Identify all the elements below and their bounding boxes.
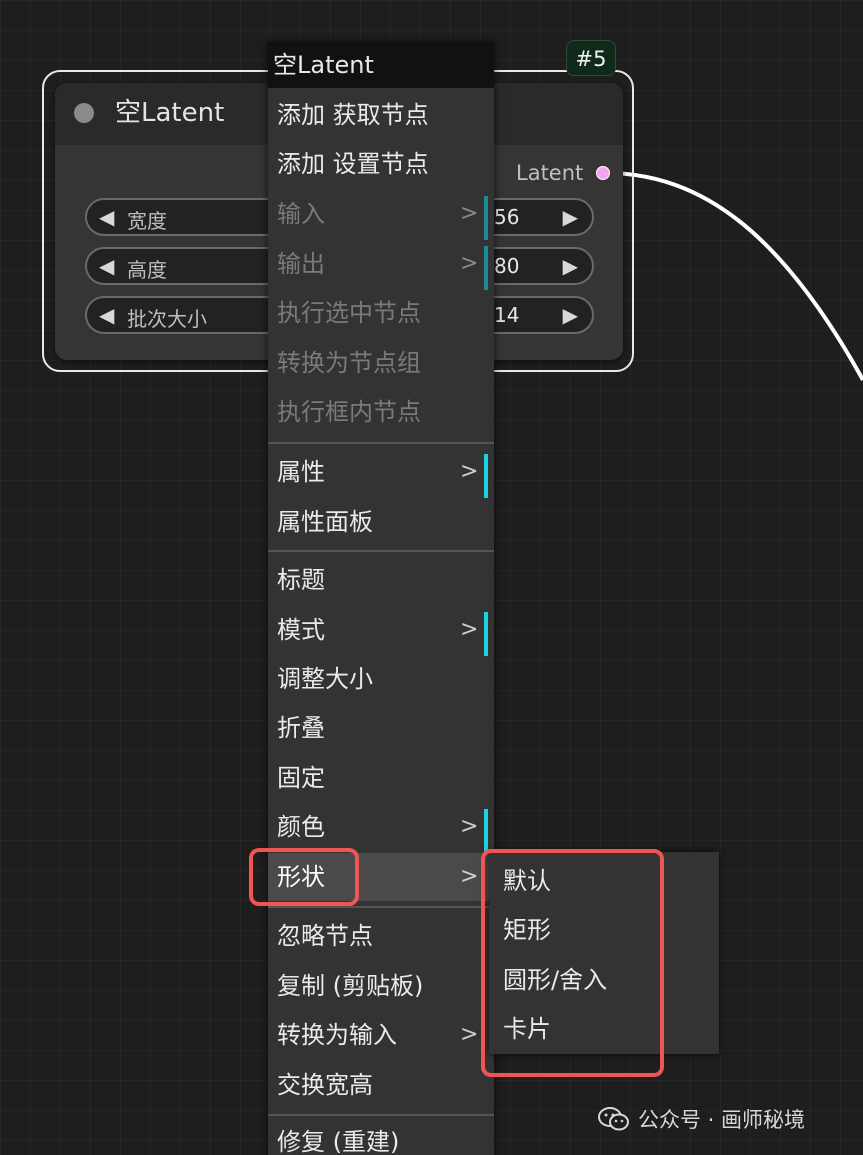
menu-item-label: 添加 获取节点 xyxy=(277,101,429,129)
widget-value: 56 xyxy=(494,205,520,229)
menu-separator xyxy=(268,550,494,552)
submenu-arrow-icon: > xyxy=(460,864,479,889)
wechat-icon xyxy=(598,1107,629,1131)
decrement-arrow-icon[interactable]: ◀ xyxy=(99,254,114,278)
menu-separator xyxy=(268,442,494,444)
annotation-highlight-shape-submenu xyxy=(481,849,664,1077)
submenu-arrow-icon: > xyxy=(460,459,479,484)
menu-item-properties-panel[interactable]: 属性面板 xyxy=(268,498,494,546)
menu-item-label: 忽略节点 xyxy=(277,922,373,950)
menu-item-add-set-node[interactable]: 添加 设置节点 xyxy=(268,140,494,188)
menu-item-properties[interactable]: 属性 > xyxy=(268,448,494,498)
menu-item-label: 执行框内节点 xyxy=(277,398,421,426)
menu-item-mode[interactable]: 模式 > xyxy=(268,606,494,656)
submenu-indicator xyxy=(484,454,488,498)
menu-item-label: 转换为节点组 xyxy=(277,349,421,377)
menu-item-title[interactable]: 标题 xyxy=(268,556,494,604)
decrement-arrow-icon[interactable]: ◀ xyxy=(99,205,114,229)
menu-item-label: 执行选中节点 xyxy=(277,299,421,327)
menu-item-convert-to-input[interactable]: 转换为输入 > xyxy=(268,1011,494,1059)
graph-canvas[interactable]: 空Latent #5 Latent ◀ 宽度 ◀ 高度 ◀ 批次大小 56 ▶ … xyxy=(0,0,863,1155)
menu-item-label: 折叠 xyxy=(277,714,325,742)
output-slot-latent[interactable] xyxy=(596,166,610,180)
increment-arrow-icon[interactable]: ▶ xyxy=(563,205,578,229)
node-id-badge: #5 xyxy=(566,40,616,76)
menu-item-label: 转换为输入 xyxy=(277,1021,397,1049)
menu-separator xyxy=(268,906,494,908)
menu-item-collapse[interactable]: 折叠 xyxy=(268,704,494,752)
increment-arrow-icon[interactable]: ▶ xyxy=(563,254,578,278)
menu-item-resize[interactable]: 调整大小 xyxy=(268,655,494,703)
node-collapse-dot[interactable] xyxy=(74,103,94,123)
menu-item-label: 固定 xyxy=(277,764,325,792)
menu-item-colors[interactable]: 颜色 > xyxy=(268,803,494,853)
submenu-arrow-icon: > xyxy=(460,201,479,226)
menu-item-swap-width-height[interactable]: 交换宽高 xyxy=(268,1061,494,1109)
widget-batch-size[interactable]: ◀ 批次大小 xyxy=(85,296,285,334)
watermark-text: 公众号 · 画师秘境 xyxy=(638,1108,806,1132)
menu-item-pin[interactable]: 固定 xyxy=(268,754,494,802)
menu-item-label: 属性面板 xyxy=(277,508,373,536)
menu-item-label: 标题 xyxy=(277,566,325,594)
widget-label: 宽度 xyxy=(127,209,167,233)
menu-item-outputs[interactable]: 输出 > xyxy=(268,240,494,290)
submenu-indicator xyxy=(484,612,488,656)
submenu-indicator xyxy=(484,196,488,240)
widget-value: 14 xyxy=(494,303,520,327)
menu-item-execute-selected[interactable]: 执行选中节点 xyxy=(268,289,494,337)
menu-item-bypass-node[interactable]: 忽略节点 xyxy=(268,912,494,960)
menu-item-label: 添加 设置节点 xyxy=(277,150,429,178)
submenu-indicator xyxy=(484,246,488,290)
menu-item-inputs[interactable]: 输入 > xyxy=(268,190,494,240)
submenu-arrow-icon: > xyxy=(460,617,479,642)
menu-item-convert-to-group[interactable]: 转换为节点组 xyxy=(268,339,494,387)
context-menu: 空Latent 添加 获取节点 添加 设置节点 输入 > 输出 > 执行选中节点 转… xyxy=(268,42,494,1155)
increment-arrow-icon[interactable]: ▶ xyxy=(563,303,578,327)
submenu-arrow-icon: > xyxy=(460,814,479,839)
menu-item-label: 属性 xyxy=(277,458,325,486)
widget-width[interactable]: ◀ 宽度 xyxy=(85,198,285,236)
menu-item-fix-rebuild[interactable]: 修复 (重建) xyxy=(268,1118,494,1155)
node-title: 空Latent xyxy=(115,98,225,128)
annotation-highlight-shape-item xyxy=(249,848,359,906)
widget-label: 批次大小 xyxy=(127,307,207,331)
widget-height[interactable]: ◀ 高度 xyxy=(85,247,285,285)
output-label-latent: Latent xyxy=(516,161,584,185)
menu-item-label: 颜色 xyxy=(277,813,325,841)
submenu-indicator xyxy=(484,809,488,853)
submenu-arrow-icon: > xyxy=(460,251,479,276)
menu-item-copy-clipboard[interactable]: 复制 (剪贴板) xyxy=(268,962,494,1010)
menu-item-add-get-node[interactable]: 添加 获取节点 xyxy=(268,91,494,139)
menu-item-label: 模式 xyxy=(277,616,325,644)
widget-label: 高度 xyxy=(127,258,167,282)
menu-item-label: 交换宽高 xyxy=(277,1071,373,1099)
menu-item-label: 调整大小 xyxy=(277,665,373,693)
menu-item-execute-in-frame[interactable]: 执行框内节点 xyxy=(268,388,494,436)
watermark: 公众号 · 画师秘境 xyxy=(598,1104,805,1134)
menu-item-label: 输入 xyxy=(277,200,325,228)
menu-item-label: 输出 xyxy=(277,250,325,278)
menu-separator xyxy=(268,1114,494,1116)
context-menu-title: 空Latent xyxy=(268,42,494,88)
submenu-arrow-icon: > xyxy=(460,1022,479,1047)
menu-item-label: 复制 (剪贴板) xyxy=(277,972,424,1000)
widget-value: 80 xyxy=(494,254,520,278)
decrement-arrow-icon[interactable]: ◀ xyxy=(99,303,114,327)
menu-item-label: 修复 (重建) xyxy=(277,1128,400,1155)
